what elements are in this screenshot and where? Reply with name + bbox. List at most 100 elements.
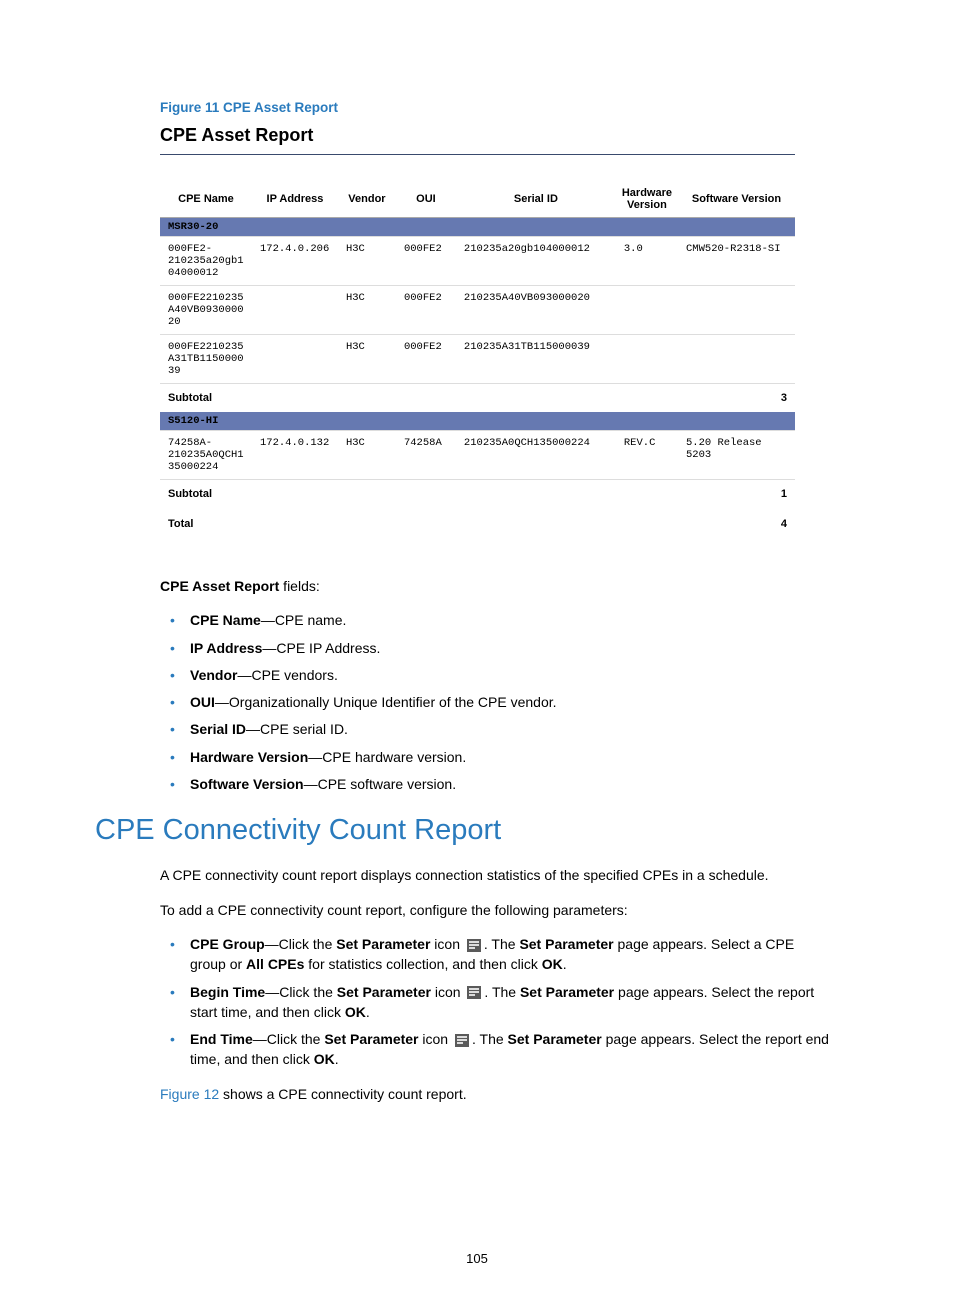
col-header: Vendor (338, 181, 396, 218)
cell-cpe: 74258A-210235A0QCH135000224 (160, 431, 252, 480)
body-paragraph: A CPE connectivity count report displays… (160, 865, 800, 885)
total-label: Total (160, 508, 678, 536)
subtotal-row: Subtotal 1 (160, 480, 795, 509)
cell-serial: 210235A40VB093000020 (456, 286, 616, 335)
field-name: Vendor (190, 667, 237, 683)
list-item: End Time—Click the Set Parameter icon . … (190, 1029, 830, 1070)
total-value: 4 (678, 508, 795, 536)
t: Set Parameter (337, 984, 431, 1000)
cell-serial: 210235A0QCH135000224 (456, 431, 616, 480)
cell-oui: 000FE2 (396, 335, 456, 384)
section-heading: CPE Connectivity Count Report (95, 814, 859, 847)
t: . (335, 1051, 339, 1067)
cell-hw (616, 286, 678, 335)
figure-caption: Figure 11 CPE Asset Report (160, 100, 859, 115)
cell-oui: 000FE2 (396, 286, 456, 335)
t: Set Parameter (520, 984, 614, 1000)
param-list: CPE Group —Click the Set Parameter icon .… (160, 934, 830, 1070)
t: . (563, 956, 567, 972)
set-parameter-icon (467, 986, 481, 999)
cell-ip: 172.4.0.132 (252, 431, 338, 480)
t: . The (484, 936, 520, 952)
cell-serial: 210235a20gb104000012 (456, 237, 616, 286)
col-header: CPE Name (160, 181, 252, 218)
field-desc: —Organizationally Unique Identifier of t… (215, 694, 557, 710)
figure-link[interactable]: Figure 12 (160, 1086, 219, 1102)
t: OK (542, 956, 563, 972)
page-number: 105 (0, 1251, 954, 1266)
col-header: Serial ID (456, 181, 616, 218)
t: OK (314, 1051, 335, 1067)
cell-serial: 210235A31TB115000039 (456, 335, 616, 384)
param-name: CPE Group (190, 936, 265, 952)
group-header-row: S5120-HI (160, 412, 795, 431)
cell-vendor: H3C (338, 286, 396, 335)
fields-intro: CPE Asset Report fields: (160, 576, 800, 596)
param-name: Begin Time (190, 984, 265, 1000)
field-desc: —CPE software version. (304, 776, 457, 792)
t: Set Parameter (519, 936, 613, 952)
cell-cpe: 000FE2210235A40VB093000020 (160, 286, 252, 335)
group-header-row: MSR30-20 (160, 218, 795, 237)
field-desc: —CPE serial ID. (246, 721, 348, 737)
report-title: CPE Asset Report (160, 125, 859, 146)
cell-sw: CMW520-R2318-SI (678, 237, 795, 286)
cell-sw (678, 286, 795, 335)
list-item: Begin Time—Click the Set Parameter icon … (190, 982, 830, 1023)
list-item: CPE Name—CPE name. (190, 610, 830, 630)
cell-sw (678, 335, 795, 384)
cell-ip (252, 335, 338, 384)
field-name: Software Version (190, 776, 304, 792)
set-parameter-icon (455, 1034, 469, 1047)
subtotal-label: Subtotal (160, 384, 678, 413)
field-desc: —CPE IP Address. (262, 640, 380, 656)
list-item: CPE Group—Click the Set Parameter icon .… (190, 934, 830, 975)
subtotal-value: 3 (678, 384, 795, 413)
closing-rest: shows a CPE connectivity count report. (219, 1086, 466, 1102)
field-name: IP Address (190, 640, 262, 656)
t: Set Parameter (508, 1031, 602, 1047)
field-list: CPE Name—CPE name. IP Address—CPE IP Add… (160, 610, 830, 794)
list-item: IP Address—CPE IP Address. (190, 638, 830, 658)
field-desc: —CPE vendors. (237, 667, 337, 683)
field-name: Hardware Version (190, 749, 308, 765)
t: —Click the (265, 984, 337, 1000)
subtotal-value: 1 (678, 480, 795, 509)
cell-sw: 5.20 Release 5203 (678, 431, 795, 480)
field-desc: —CPE name. (261, 612, 347, 628)
table-header-row: CPE Name IP Address Vendor OUI Serial ID… (160, 181, 795, 218)
table-row: 000FE2210235A31TB115000039 H3C 000FE2 21… (160, 335, 795, 384)
col-header: Hardware Version (616, 181, 678, 218)
report-divider (160, 154, 795, 155)
cell-hw: REV.C (616, 431, 678, 480)
t: icon (419, 1031, 452, 1047)
col-header: OUI (396, 181, 456, 218)
t: . (366, 1004, 370, 1020)
cell-hw (616, 335, 678, 384)
body-paragraph: To add a CPE connectivity count report, … (160, 900, 800, 920)
cell-vendor: H3C (338, 237, 396, 286)
list-item: OUI—Organizationally Unique Identifier o… (190, 692, 830, 712)
cell-vendor: H3C (338, 431, 396, 480)
field-name: Serial ID (190, 721, 246, 737)
total-row: Total 4 (160, 508, 795, 536)
group-label: MSR30-20 (160, 218, 795, 237)
field-desc: —CPE hardware version. (308, 749, 466, 765)
subtotal-row: Subtotal 3 (160, 384, 795, 413)
cell-cpe: 000FE2210235A31TB115000039 (160, 335, 252, 384)
cell-vendor: H3C (338, 335, 396, 384)
fields-intro-bold: CPE Asset Report (160, 578, 279, 594)
table-row: 000FE2210235A40VB093000020 H3C 000FE2 21… (160, 286, 795, 335)
field-name: CPE Name (190, 612, 261, 628)
cell-ip (252, 286, 338, 335)
table-row: 74258A-210235A0QCH135000224 172.4.0.132 … (160, 431, 795, 480)
t: Set Parameter (324, 1031, 418, 1047)
param-name: End Time (190, 1031, 253, 1047)
t: —Click the (253, 1031, 325, 1047)
t: Set Parameter (336, 936, 430, 952)
cell-oui: 000FE2 (396, 237, 456, 286)
t: for statistics collection, and then clic… (304, 956, 541, 972)
list-item: Hardware Version—CPE hardware version. (190, 747, 830, 767)
t: . The (472, 1031, 508, 1047)
cell-hw: 3.0 (616, 237, 678, 286)
